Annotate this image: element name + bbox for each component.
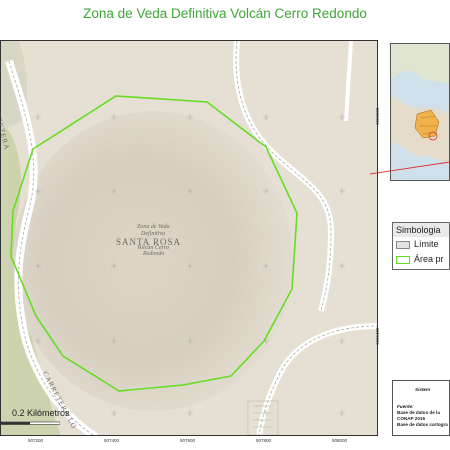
legend-item: Límite [396, 239, 439, 249]
map-view[interactable] [0, 40, 378, 436]
volcano-relief [13, 111, 293, 411]
legend-swatch-boundary [396, 240, 410, 249]
zone-label-line: Redondo [143, 251, 165, 257]
coord-label-right: 1566600 [375, 107, 380, 125]
info-line: Base de datos de la [397, 410, 440, 415]
info-heading: Sistem [415, 387, 431, 392]
coord-label-bottom: 507400 [104, 438, 120, 443]
coord-label-right: 1566400 [375, 327, 380, 345]
legend-panel: Simbologia Límite Área pr [392, 222, 450, 270]
locator-leader-line [370, 161, 450, 175]
info-box: Sistem Fuente: Base de datos de la CONAP… [392, 380, 450, 436]
info-line: CONAP 2016 [397, 416, 426, 421]
legend-title: Simbologia [393, 223, 449, 237]
info-line: Base de datos cartogra [397, 422, 448, 427]
legend-swatch-area [396, 255, 410, 264]
coord-label-bottom: 507800 [256, 438, 272, 443]
zone-label-line: Zona de Veda [137, 224, 170, 230]
place-label: SANTA ROSA [116, 237, 182, 247]
info-source-label: Fuente: [397, 404, 414, 409]
coord-label-bottom: 507600 [180, 438, 196, 443]
scale-label: 0.2 Kilómetros [12, 408, 70, 418]
map-canvas [1, 41, 377, 435]
map-title: Zona de Veda Definitiva Volcán Cerro Red… [83, 6, 367, 21]
legend-item-label: Área pr [414, 254, 444, 264]
scale-bar [0, 421, 60, 425]
legend-item-label: Límite [414, 239, 439, 249]
coord-label-bottom: 508000 [332, 438, 348, 443]
legend-item: Área pr [396, 254, 444, 264]
coord-label-bottom: 507200 [28, 438, 44, 443]
